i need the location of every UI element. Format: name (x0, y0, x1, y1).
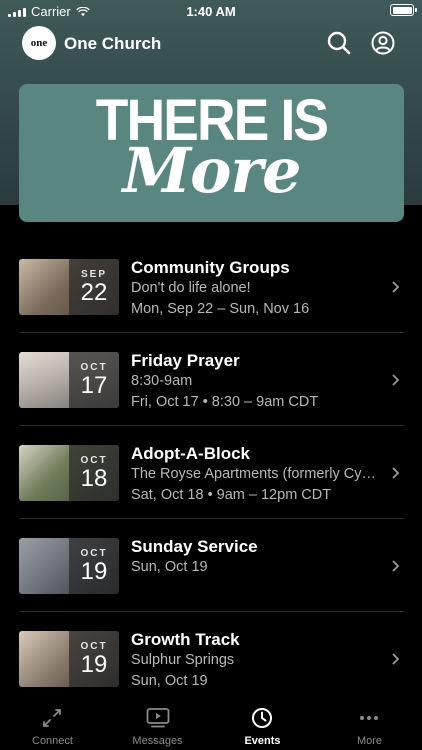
chevron-right-icon (392, 467, 400, 479)
event-date: Sun, Oct 19 (131, 559, 208, 575)
more-icon (360, 716, 378, 720)
status-bar: Carrier 1:40 AM (0, 0, 422, 22)
date-day: 19 (80, 557, 108, 585)
date-day: 17 (80, 371, 108, 399)
tab-connect[interactable]: Connect (0, 697, 105, 750)
event-row[interactable]: OCT 19 Sunday Service Sun, Oct 19 (0, 519, 422, 612)
event-row[interactable]: OCT 17 Friday Prayer 8:30-9am Fri, Oct 1… (0, 333, 422, 426)
tab-messages[interactable]: Messages (105, 697, 210, 750)
event-date: Sat, Oct 18 • 9am – 12pm CDT (131, 487, 332, 503)
event-date: Fri, Oct 17 • 8:30 – 9am CDT (131, 394, 319, 410)
app-header: one One Church (0, 24, 422, 64)
event-title: Sunday Service (131, 537, 258, 556)
tab-label: More (356, 735, 383, 747)
status-time: 1:40 AM (186, 4, 236, 19)
event-thumbnail: OCT 19 (19, 631, 119, 687)
event-subtitle: Don't do life alone! (131, 280, 251, 296)
tab-events[interactable]: Events (210, 697, 315, 750)
event-list: SEP 22 Community Groups Don't do life al… (0, 240, 422, 705)
event-thumbnail: SEP 22 (19, 259, 119, 315)
battery-icon (390, 4, 417, 16)
date-day: 19 (80, 650, 108, 678)
event-subtitle: 8:30-9am (131, 373, 193, 389)
event-thumbnail: OCT 17 (19, 352, 119, 408)
event-thumbnail: OCT 19 (19, 538, 119, 594)
date-badge: SEP 22 (69, 259, 119, 315)
chevron-right-icon (392, 560, 400, 572)
church-logo[interactable]: one (22, 26, 56, 60)
date-day: 18 (80, 464, 108, 492)
banner-script: More (122, 134, 301, 207)
event-row[interactable]: SEP 22 Community Groups Don't do life al… (0, 240, 422, 333)
date-badge: OCT 19 (69, 538, 119, 594)
event-date: Sun, Oct 19 (131, 673, 208, 689)
tab-label: Connect (32, 735, 73, 747)
featured-banner[interactable]: THERE IS More (19, 84, 404, 222)
tab-label: Messages (132, 735, 183, 747)
date-badge: OCT 18 (69, 445, 119, 501)
event-title: Growth Track (131, 630, 240, 649)
event-title: Community Groups (131, 258, 290, 277)
event-title: Adopt-A-Block (131, 444, 250, 463)
date-badge: OCT 17 (69, 352, 119, 408)
connect-icon (43, 709, 61, 727)
page-title: One Church (64, 34, 162, 53)
event-subtitle: The Royse Apartments (formerly Cypress..… (131, 466, 381, 482)
chevron-right-icon (392, 374, 400, 386)
tab-more[interactable]: More (317, 697, 422, 750)
event-title: Friday Prayer (131, 351, 240, 370)
chevron-right-icon (392, 281, 400, 293)
messages-icon (146, 708, 170, 728)
tab-bar: Connect Messages Events More (0, 697, 422, 750)
date-badge: OCT 19 (69, 631, 119, 687)
search-icon[interactable] (326, 30, 352, 56)
event-date: Mon, Sep 22 – Sun, Nov 16 (131, 301, 310, 317)
tab-label: Events (244, 735, 281, 747)
event-location: Sulphur Springs (131, 652, 235, 668)
event-row[interactable]: OCT 19 Growth Track Sulphur Springs Sun,… (0, 612, 422, 705)
event-thumbnail: OCT 18 (19, 445, 119, 501)
date-day: 22 (80, 278, 108, 306)
clock-icon (252, 708, 272, 728)
event-row[interactable]: OCT 18 Adopt-A-Block The Royse Apartment… (0, 426, 422, 519)
account-icon[interactable] (370, 30, 396, 56)
chevron-right-icon (392, 653, 400, 665)
